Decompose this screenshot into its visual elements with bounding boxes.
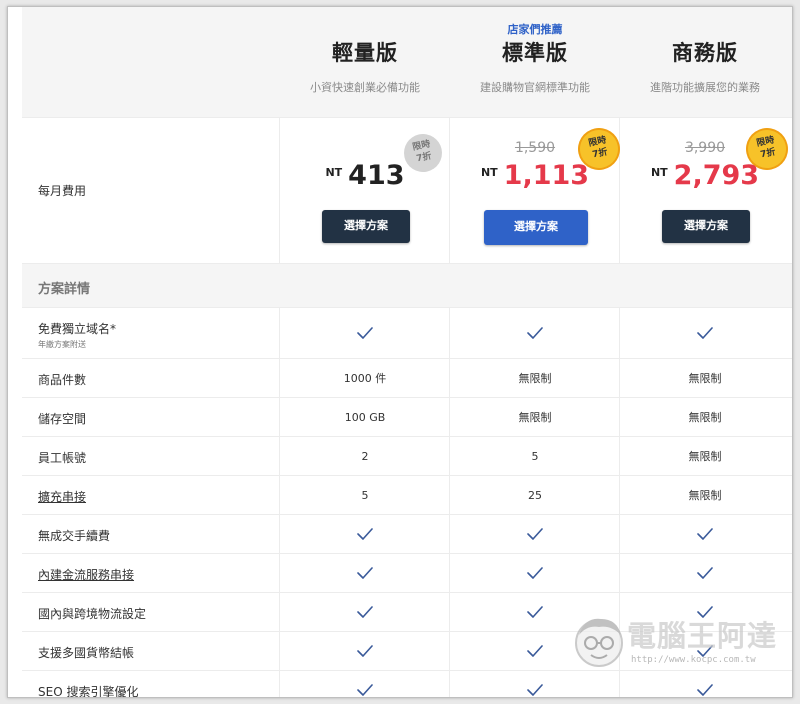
check-icon (280, 308, 450, 358)
price: NT 413 (280, 160, 450, 191)
original-price: 3,990 (684, 140, 726, 156)
check-icon (450, 554, 620, 592)
plan-name: 輕量版 (332, 41, 398, 65)
section-header: 方案詳情 (22, 263, 792, 307)
plan-header-standard: 店家們推薦 標準版 建設購物官網標準功能 (450, 7, 620, 117)
feature-label[interactable]: 擴充串接 (38, 488, 86, 505)
price: NT 2,793 (620, 160, 790, 191)
check-icon (280, 515, 450, 553)
price-amount: 413 (348, 160, 405, 191)
feature-label: 國內與跨境物流設定 (38, 607, 147, 621)
price-amount: 2,793 (673, 160, 760, 191)
choose-plan-light-button[interactable]: 選擇方案 (322, 210, 410, 243)
plan-description: 建設購物官網標準功能 (480, 81, 590, 94)
watermark: 電腦王阿達 http://www.kocpc.com.tw (573, 611, 792, 673)
check-icon (450, 308, 620, 358)
price-cell-business: 限時 7折 3,990 NT 2,793 選擇方案 (620, 118, 790, 264)
feature-row: 無成交手續費 (22, 514, 792, 553)
price-row-label: 每月費用 (38, 184, 87, 198)
feature-value: 1000 件 (343, 372, 387, 385)
feature-value: 5 (531, 449, 539, 463)
feature-label: 儲存空間 (38, 412, 87, 426)
currency-label: NT (650, 166, 668, 179)
feature-value: 無限制 (518, 372, 552, 385)
check-icon (620, 671, 790, 697)
check-icon (620, 554, 790, 592)
feature-label: 無成交手續費 (38, 529, 111, 543)
check-icon (620, 308, 790, 358)
feature-value: 100 GB (344, 410, 386, 424)
feature-row: 儲存空間 100 GB 無限制 無限制 (22, 397, 792, 436)
choose-plan-standard-button[interactable]: 選擇方案 (484, 210, 588, 245)
feature-value: 無限制 (688, 411, 722, 424)
plan-header-light: 輕量版 小資快速創業必備功能 (280, 7, 450, 117)
plan-name: 商務版 (672, 41, 738, 65)
feature-value: 無限制 (688, 372, 722, 385)
price-cell-light: 限時 7折 NT 413 選擇方案 (280, 118, 450, 264)
currency-label: NT (325, 166, 343, 179)
pricing-table: 輕量版 小資快速創業必備功能 店家們推薦 標準版 建設購物官網標準功能 商務版 … (22, 7, 792, 698)
monthly-price-row: 每月費用 限時 7折 NT 413 選擇方案 限時 7折 1,590 NT 1,113 … (22, 117, 792, 264)
feature-row: 擴充串接 5 25 無限制 (22, 475, 792, 514)
check-icon (620, 515, 790, 553)
price: NT 1,113 (450, 160, 620, 191)
check-icon (450, 671, 620, 697)
feature-label: 免費獨立域名* (38, 322, 117, 336)
mascot-logo (575, 618, 623, 667)
price-amount: 1,113 (503, 160, 590, 191)
check-icon (280, 671, 450, 697)
plan-description: 進階功能擴展您的業務 (650, 81, 760, 94)
feature-note: 年繳方案附送 (38, 340, 86, 349)
check-icon (280, 593, 450, 631)
check-icon (280, 632, 450, 670)
feature-row: SEO 搜索引擎優化 (22, 670, 792, 698)
recommended-label: 店家們推薦 (507, 23, 563, 36)
plan-name: 標準版 (502, 41, 568, 65)
feature-value: 無限制 (688, 450, 722, 463)
check-icon (450, 515, 620, 553)
choose-plan-business-button[interactable]: 選擇方案 (662, 210, 750, 243)
feature-row: 內建金流服務串接 (22, 553, 792, 592)
feature-value: 5 (361, 488, 369, 502)
plan-header-row: 輕量版 小資快速創業必備功能 店家們推薦 標準版 建設購物官網標準功能 商務版 … (22, 7, 792, 117)
pricing-page: 輕量版 小資快速創業必備功能 店家們推薦 標準版 建設購物官網標準功能 商務版 … (7, 6, 793, 698)
watermark-text: 電腦王阿達 (627, 619, 778, 653)
feature-row: 免費獨立域名* 年繳方案附送 (22, 307, 792, 358)
feature-label[interactable]: 內建金流服務串接 (38, 566, 134, 583)
feature-value: 25 (528, 488, 542, 502)
plan-header-business: 商務版 進階功能擴展您的業務 (620, 7, 790, 117)
currency-label: NT (480, 166, 498, 179)
feature-row: 商品件數 1000 件 無限制 無限制 (22, 358, 792, 397)
feature-value: 2 (361, 449, 369, 463)
plan-description: 小資快速創業必備功能 (310, 81, 420, 94)
watermark-url: http://www.kocpc.com.tw (631, 655, 756, 665)
feature-label: 員工帳號 (38, 451, 87, 465)
original-price: 1,590 (514, 140, 556, 156)
price-cell-standard: 限時 7折 1,590 NT 1,113 選擇方案 (450, 118, 622, 264)
feature-label: 支援多國貨幣結帳 (38, 646, 135, 660)
feature-value: 無限制 (518, 411, 552, 424)
section-title: 方案詳情 (38, 282, 91, 297)
feature-label: 商品件數 (38, 373, 87, 387)
feature-label: SEO 搜索引擎優化 (38, 685, 139, 698)
feature-value: 無限制 (688, 489, 722, 502)
check-icon (280, 554, 450, 592)
feature-row: 員工帳號 2 5 無限制 (22, 436, 792, 475)
